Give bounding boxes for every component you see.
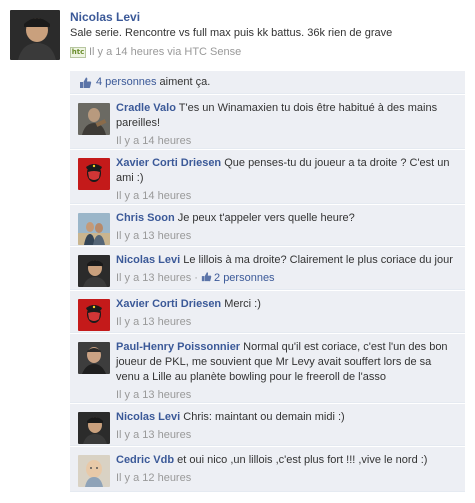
comment-item: Cedric Vdb et oui nico ,un lillois ,c'es…	[70, 447, 465, 492]
comment-body: Xavier Corti Driesen Que penses-tu du jo…	[116, 156, 456, 203]
comment-item: Chris Soon Je peux t'appeler vers quelle…	[70, 205, 465, 246]
comment-body: Xavier Corti Driesen Merci :) Il y a 13 …	[116, 297, 456, 329]
comment-item: Xavier Corti Driesen Merci :) Il y a 13 …	[70, 291, 465, 333]
commenter-avatar[interactable]	[78, 342, 110, 374]
commenter-avatar[interactable]	[78, 455, 110, 487]
comment-text: Le lillois à ma droite? Clairement le pl…	[183, 254, 453, 266]
comment-body: Nicolas Levi Chris: maintant ou demain m…	[116, 410, 456, 442]
comment-body: Paul-Henry Poissonnier Normal qu'il est …	[116, 340, 456, 402]
comment-item: Cradle Valo T'es un Winamaxien tu dois ê…	[70, 95, 465, 149]
comment-item: Nicolas Levi Le lillois à ma droite? Cla…	[70, 247, 465, 290]
comment-text: Chris: maintant ou demain midi :)	[183, 411, 345, 423]
commenter-avatar[interactable]	[78, 103, 110, 135]
comment-body: Nicolas Levi Le lillois à ma droite? Cla…	[116, 253, 456, 285]
thumbs-up-icon	[80, 77, 92, 88]
comment-text: Merci :)	[224, 298, 261, 310]
comment-likes-link[interactable]: 2 personnes	[214, 272, 275, 284]
comment-author[interactable]: Xavier Corti Driesen	[116, 157, 221, 169]
comment-item: Paul-Henry Poissonnier Normal qu'il est …	[70, 334, 465, 403]
likes-count-link[interactable]: 4 personnes	[96, 76, 157, 88]
comment-body: Cedric Vdb et oui nico ,un lillois ,c'es…	[116, 453, 456, 485]
commenter-avatar[interactable]	[78, 213, 110, 245]
news-feed-post: Nicolas Levi Sale serie. Rencontre vs fu…	[0, 0, 475, 503]
comment-body: Chris Soon Je peux t'appeler vers quelle…	[116, 211, 456, 243]
comment-author[interactable]: Chris Soon	[116, 212, 175, 224]
comment-text: et oui nico ,un lillois ,c'est plus fort…	[177, 454, 428, 466]
comment-timestamp[interactable]: Il y a 13 heures	[116, 229, 456, 243]
post-meta: htc Il y a 14 heures via HTC Sense	[70, 45, 465, 59]
comment-timestamp[interactable]: Il y a 14 heures	[116, 134, 456, 148]
comment-timestamp[interactable]: Il y a 14 heures	[116, 189, 456, 203]
htc-icon: htc	[70, 46, 86, 58]
comment-item: Nicolas Levi Chris: maintant ou demain m…	[70, 404, 465, 446]
comment-meta: Il y a 13 heures · 2 personnes	[116, 271, 456, 285]
comment-body: Cradle Valo T'es un Winamaxien tu dois ê…	[116, 101, 456, 148]
comment-item: Xavier Corti Driesen Que penses-tu du jo…	[70, 150, 465, 204]
commenter-avatar[interactable]	[78, 412, 110, 444]
comment-author[interactable]: Cradle Valo	[116, 102, 176, 114]
comment-author[interactable]: Nicolas Levi	[116, 411, 180, 423]
comment-timestamp[interactable]: Il y a 13 heures	[116, 315, 456, 329]
comment-timestamp[interactable]: Il y a 13 heures	[116, 428, 456, 442]
post-author-name[interactable]: Nicolas Levi	[70, 10, 465, 25]
post-message: Sale serie. Rencontre vs full max puis k…	[70, 27, 393, 39]
meta-separator: ·	[194, 272, 198, 284]
comment-author[interactable]: Cedric Vdb	[116, 454, 174, 466]
thumbs-up-icon	[201, 272, 212, 282]
comment-timestamp[interactable]: Il y a 13 heures	[116, 388, 456, 402]
comment-author[interactable]: Paul-Henry Poissonnier	[116, 341, 240, 353]
likes-text: aiment ça.	[159, 76, 211, 88]
comment-author[interactable]: Nicolas Levi	[116, 254, 180, 266]
comment-author[interactable]: Xavier Corti Driesen	[116, 298, 221, 310]
comment-text: Je peux t'appeler vers quelle heure?	[177, 212, 355, 224]
likes-bar: 4 personnes aiment ça.	[70, 71, 465, 94]
post-content: Nicolas Levi Sale serie. Rencontre vs fu…	[70, 10, 465, 59]
commenter-avatar[interactable]	[78, 158, 110, 190]
commenter-avatar[interactable]	[78, 255, 110, 287]
author-avatar[interactable]	[10, 10, 60, 60]
commenter-avatar[interactable]	[78, 299, 110, 331]
comment-timestamp[interactable]: Il y a 13 heures	[116, 272, 191, 284]
post-timestamp[interactable]: Il y a 14 heures via HTC Sense	[89, 45, 241, 59]
comment-timestamp[interactable]: Il y a 12 heures	[116, 471, 456, 485]
